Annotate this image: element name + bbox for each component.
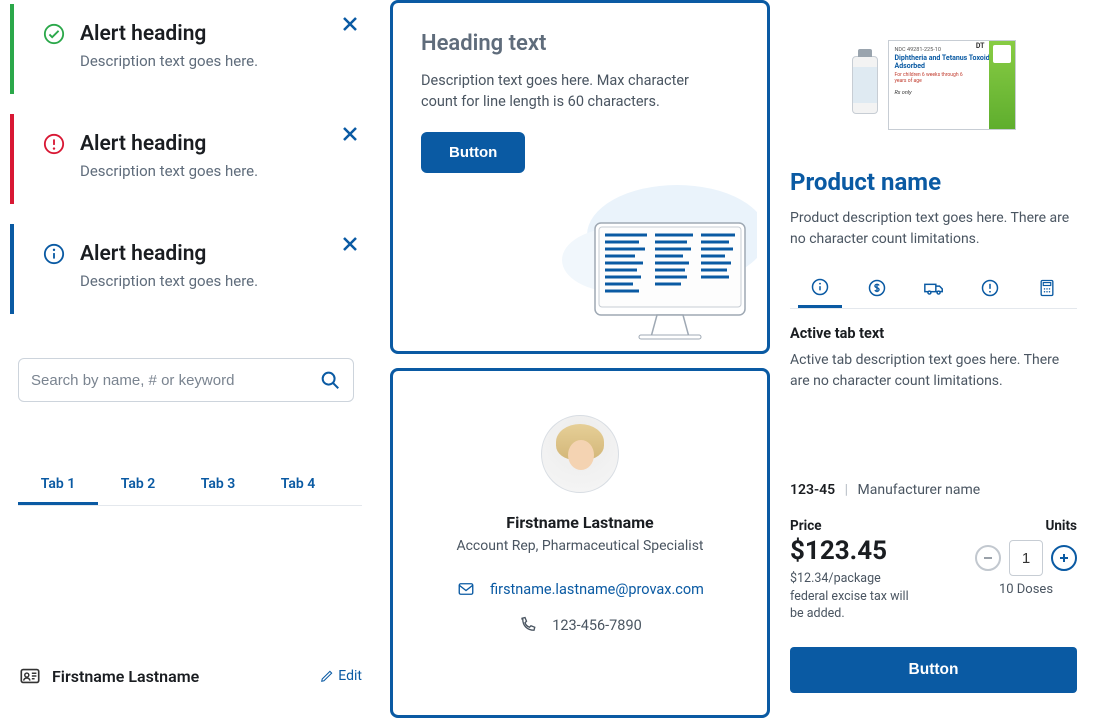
promo-card: Heading text Description text goes here.… [390, 0, 770, 354]
search-icon[interactable] [319, 369, 341, 391]
alert-info: Alert heading Description text goes here… [10, 224, 370, 314]
box-side-bar [989, 41, 1015, 129]
tab-2[interactable]: Tab 2 [98, 466, 178, 505]
increment-button[interactable] [1051, 545, 1077, 571]
price-label: Price [790, 518, 915, 534]
tab-3[interactable]: Tab 3 [178, 466, 258, 505]
user-name: Firstname Lastname [52, 667, 310, 686]
price-note: $12.34/package federal excise tax will b… [790, 570, 915, 623]
close-icon[interactable] [338, 12, 362, 36]
tab-shipping-icon[interactable] [912, 268, 956, 308]
alert-heading: Alert heading [80, 242, 330, 266]
user-summary: Firstname Lastname Edit [10, 656, 370, 696]
active-tab-title: Active tab text [790, 325, 1077, 342]
alert-desc: Description text goes here. [80, 162, 330, 180]
alert-desc: Description text goes here. [80, 52, 330, 70]
contact-phone: 123-456-7890 [552, 617, 642, 634]
contact-phone-row: 123-456-7890 [518, 616, 642, 634]
search-input[interactable] [31, 372, 311, 389]
units-stepper [975, 540, 1077, 576]
tab-bar: Tab 1 Tab 2 Tab 3 Tab 4 [18, 466, 362, 506]
units-label: Units [975, 518, 1077, 534]
alert-success: Alert heading Description text goes here… [10, 4, 370, 94]
edit-button[interactable]: Edit [320, 668, 362, 684]
product-icon-tabs [790, 264, 1077, 309]
product-desc: Product description text goes here. Ther… [790, 208, 1077, 250]
tab-1[interactable]: Tab 1 [18, 466, 98, 505]
computer-illustration [547, 175, 757, 345]
vial-illustration [852, 56, 878, 114]
promo-heading: Heading text [421, 31, 739, 56]
info-circle-icon [42, 242, 66, 266]
close-icon[interactable] [338, 122, 362, 146]
tab-calculator-icon[interactable] [1025, 268, 1069, 308]
contact-title: Account Rep, Pharmaceutical Specialist [456, 538, 703, 554]
product-name: Product name [790, 168, 1077, 196]
box-sub: For children 6 weeks through 6 years of … [895, 73, 965, 84]
active-tab-desc: Active tab description text goes here. T… [790, 350, 1077, 392]
box-illustration: NDC 49281-225-10 Diphtheria and Tetanus … [888, 40, 1016, 130]
contact-name: Firstname Lastname [506, 513, 653, 532]
phone-icon [518, 616, 538, 634]
edit-label: Edit [338, 668, 362, 684]
product-panel: NDC 49281-225-10 Diphtheria and Tetanus … [790, 0, 1097, 720]
search-box[interactable] [18, 358, 354, 402]
alert-desc: Description text goes here. [80, 272, 330, 290]
alert-circle-icon [42, 132, 66, 156]
tab-warning-icon[interactable] [968, 268, 1012, 308]
units-input[interactable] [1009, 540, 1043, 576]
mail-icon [456, 580, 476, 598]
promo-button[interactable]: Button [421, 132, 525, 173]
tab-4[interactable]: Tab 4 [258, 466, 338, 505]
id-card-icon [18, 664, 42, 688]
product-meta: 123-45 | Manufacturer name [790, 482, 1077, 498]
contact-card: Firstname Lastname Account Rep, Pharmace… [390, 368, 770, 718]
avatar [541, 415, 619, 493]
product-image: NDC 49281-225-10 Diphtheria and Tetanus … [790, 20, 1077, 150]
product-manufacturer: Manufacturer name [858, 482, 981, 498]
add-to-cart-button[interactable]: Button [790, 647, 1077, 693]
promo-desc: Description text goes here. Max characte… [421, 70, 721, 112]
decrement-button[interactable] [975, 545, 1001, 571]
contact-email-row: firstname.lastname@provax.com [456, 580, 704, 598]
alert-heading: Alert heading [80, 22, 330, 46]
tab-pricing-icon[interactable] [855, 268, 899, 308]
product-sku: 123-45 [790, 482, 835, 498]
contact-email-link[interactable]: firstname.lastname@provax.com [490, 581, 704, 598]
alert-error: Alert heading Description text goes here… [10, 114, 370, 204]
box-badge: DT [976, 43, 985, 51]
doses-label: 10 Doses [975, 582, 1077, 597]
alert-heading: Alert heading [80, 132, 330, 156]
price-value: $123.45 [790, 536, 915, 566]
tab-info-icon[interactable] [798, 268, 842, 308]
check-circle-icon [42, 22, 66, 46]
close-icon[interactable] [338, 232, 362, 256]
